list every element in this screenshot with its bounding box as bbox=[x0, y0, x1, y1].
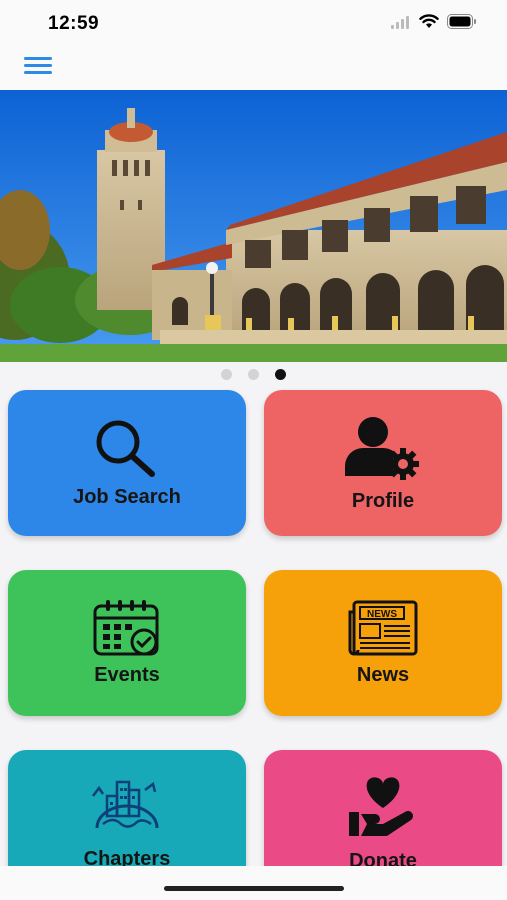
status-time: 12:59 bbox=[48, 13, 100, 34]
signal-icon bbox=[391, 15, 409, 29]
news-label: News bbox=[356, 664, 410, 686]
battery-icon bbox=[447, 14, 476, 29]
donate-label: Donate bbox=[349, 850, 417, 866]
calendar-check-icon bbox=[93, 600, 159, 656]
chapters-tile[interactable]: Chapters bbox=[8, 750, 246, 866]
job-search-label: Job Search bbox=[73, 486, 181, 508]
profile-tile[interactable]: Profile bbox=[264, 390, 502, 536]
carousel-dot-2[interactable] bbox=[248, 368, 259, 380]
wifi-icon bbox=[419, 14, 439, 28]
magnifier-icon bbox=[96, 420, 155, 477]
profile-label: Profile bbox=[351, 490, 415, 512]
carousel-pagination bbox=[0, 362, 507, 386]
home-indicator[interactable] bbox=[164, 886, 344, 891]
svg-text:NEWS: NEWS bbox=[367, 609, 397, 620]
bottom-safe-area bbox=[0, 866, 507, 900]
app-header bbox=[0, 46, 507, 90]
hamburger-menu-icon[interactable] bbox=[24, 57, 52, 79]
donate-tile[interactable]: Donate bbox=[264, 750, 502, 866]
heart-hand-icon bbox=[349, 777, 413, 836]
carousel-dot-1[interactable] bbox=[221, 368, 232, 380]
campus-photo bbox=[0, 90, 507, 362]
status-bar: 12:59 bbox=[0, 0, 507, 46]
events-label: Events bbox=[94, 664, 160, 686]
carousel-dot-3[interactable] bbox=[275, 368, 286, 380]
menu-grid: Job Search Profile Events NEWS News Chap… bbox=[0, 386, 507, 866]
newspaper-icon: NEWS bbox=[348, 600, 418, 656]
user-gear-icon bbox=[345, 417, 419, 480]
chapters-label: Chapters bbox=[83, 848, 171, 866]
globe-buildings-icon bbox=[92, 780, 159, 829]
job-search-tile[interactable]: Job Search bbox=[8, 390, 246, 536]
events-tile[interactable]: Events bbox=[8, 570, 246, 716]
hero-carousel-image[interactable] bbox=[0, 90, 507, 362]
status-icons bbox=[391, 14, 477, 29]
news-tile[interactable]: NEWS News bbox=[264, 570, 502, 716]
